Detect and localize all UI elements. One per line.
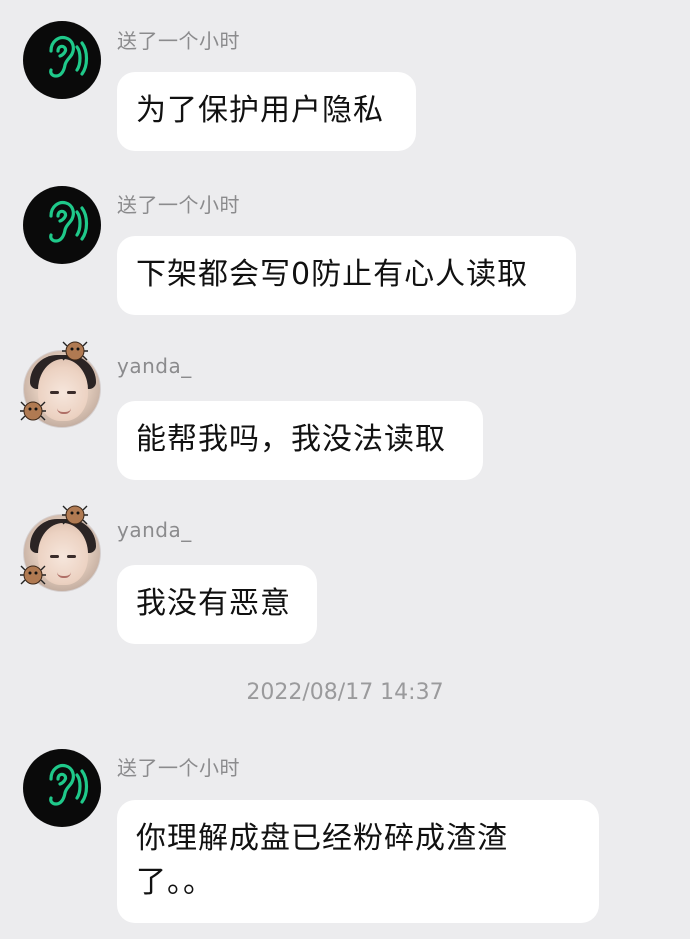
message-bubble[interactable]: 你理解成盘已经粉碎成渣渣 了。。 — [117, 800, 599, 923]
ear-icon — [49, 763, 89, 806]
spider-sticker-icon — [62, 341, 88, 361]
sender-name: 送了一个小时 — [117, 756, 240, 780]
message-bubble[interactable]: 下架都会写0防止有心人读取 — [117, 236, 576, 315]
spider-sticker-icon — [62, 505, 88, 525]
avatar-ear-icon[interactable] — [23, 186, 101, 264]
ear-icon — [49, 200, 89, 243]
ear-icon — [49, 35, 89, 78]
sender-name: 送了一个小时 — [117, 29, 240, 53]
message-bubble[interactable]: 能帮我吗，我没法读取 — [117, 401, 483, 480]
spider-sticker-icon — [20, 401, 46, 421]
spider-sticker-icon — [20, 565, 46, 585]
message-bubble[interactable]: 为了保护用户隐私 — [117, 72, 416, 151]
sender-name: yanda_ — [117, 518, 192, 542]
avatar-ear-icon[interactable] — [23, 749, 101, 827]
sender-name: yanda_ — [117, 354, 192, 378]
sender-name: 送了一个小时 — [117, 193, 240, 217]
chat-timestamp: 2022/08/17 14:37 — [246, 680, 444, 705]
avatar-ear-icon[interactable] — [23, 21, 101, 99]
message-bubble[interactable]: 我没有恶意 — [117, 565, 317, 644]
